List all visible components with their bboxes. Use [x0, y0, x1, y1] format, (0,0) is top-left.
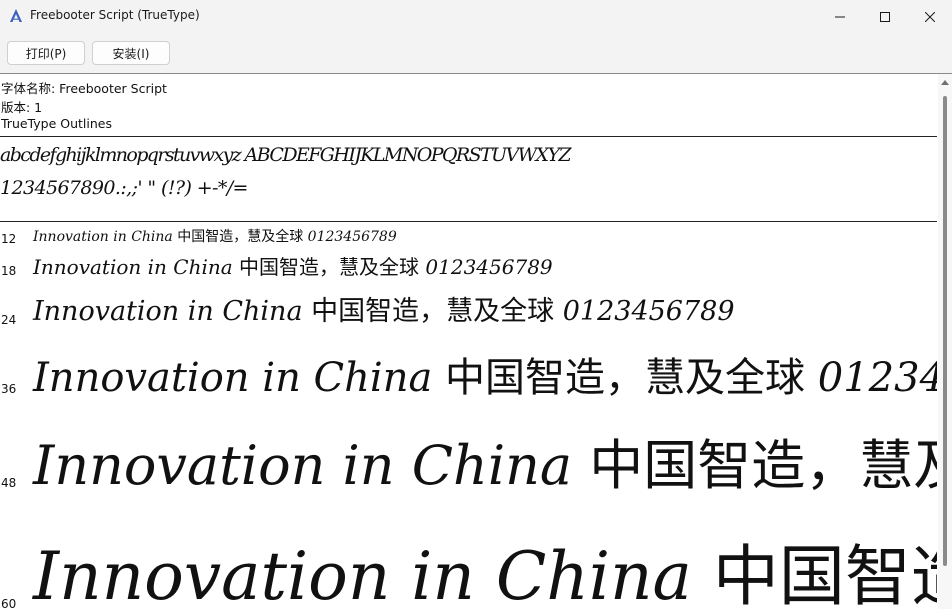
sample-cjk: 中国智造，慧及全球	[177, 229, 304, 245]
minimize-icon	[835, 7, 845, 26]
close-icon	[924, 7, 936, 26]
sample-size-label: 48	[1, 476, 17, 490]
toolbar: 打印(P) 安装(I)	[0, 33, 952, 73]
font-viewer-window: Freebooter Script (TrueType) 打印(P) 安装(I)…	[0, 0, 952, 609]
sample-latin: Innovation in China	[33, 229, 173, 245]
sample-row-60: 60 Innovation in China 中国智造，慧及全球 0123456…	[0, 524, 937, 609]
sample-cjk: 中国智造，慧及全球	[239, 255, 420, 279]
sample-digits: 0123456789	[562, 296, 735, 327]
sample-latin: Innovation in China	[33, 255, 233, 279]
close-button[interactable]	[907, 0, 952, 32]
sample-latin: Innovation in China	[33, 538, 692, 609]
sample-cjk: 中国智造，慧及全球	[445, 355, 806, 401]
sample-text: Innovation in China 中国智造，慧及全球 0123456789	[33, 544, 937, 609]
sample-digits: 0123456789	[817, 355, 937, 401]
font-viewer-icon	[8, 8, 24, 24]
sample-text: Innovation in China 中国智造，慧及全球 0123456789	[33, 230, 397, 244]
sample-size-label: 12	[1, 232, 17, 246]
title-bar[interactable]: Freebooter Script (TrueType)	[0, 0, 952, 33]
sample-size-label: 24	[1, 313, 17, 327]
window-title: Freebooter Script (TrueType)	[30, 8, 200, 22]
font-outline-line: TrueType Outlines	[1, 116, 112, 131]
sample-text: Innovation in China 中国智造，慧及全球 0123456789	[33, 439, 937, 493]
minimize-button[interactable]	[817, 0, 863, 32]
print-button[interactable]: 打印(P)	[7, 41, 85, 65]
sample-row-36: 36 Innovation in China 中国智造，慧及全球 0123456…	[0, 344, 937, 412]
sample-size-label: 36	[1, 382, 17, 396]
sample-row-18: 18 Innovation in China 中国智造，慧及全球 0123456…	[0, 252, 937, 286]
sample-cjk: 中国智造，慧及全球	[311, 296, 555, 327]
divider-bottom	[0, 221, 937, 222]
font-preview-pane[interactable]: 字体名称: Freebooter Script 版本: 1 TrueType O…	[0, 73, 952, 609]
sample-cjk: 中国智造，慧及全球	[589, 434, 937, 497]
font-version-line: 版本: 1	[1, 100, 43, 115]
maximize-button[interactable]	[862, 0, 908, 32]
sample-latin: Innovation in China	[33, 434, 573, 497]
sample-size-label: 60	[1, 597, 17, 609]
install-button[interactable]: 安装(I)	[92, 41, 170, 65]
maximize-icon	[880, 7, 890, 26]
sample-row-12: 12 Innovation in China 中国智造，慧及全球 0123456…	[0, 226, 937, 250]
charset-digits-symbols: 1234567890.:,;' " (!?) +-*/=	[0, 177, 248, 199]
scroll-up-arrow-icon[interactable]	[941, 80, 949, 85]
sample-row-24: 24 Innovation in China 中国智造，慧及全球 0123456…	[0, 290, 937, 336]
sample-latin: Innovation in China	[33, 296, 303, 327]
sample-digits: 0123456789	[425, 255, 553, 279]
sample-size-label: 18	[1, 264, 17, 278]
sample-text: Innovation in China 中国智造，慧及全球 0123456789	[33, 358, 937, 398]
sample-cjk: 中国智造，慧及全球	[712, 538, 937, 609]
sample-text: Innovation in China 中国智造，慧及全球 0123456789	[33, 257, 553, 277]
sample-digits: 0123456789	[307, 229, 397, 245]
divider-top	[0, 136, 937, 137]
vertical-scrollbar[interactable]	[938, 74, 952, 609]
sample-row-48: 48 Innovation in China 中国智造，慧及全球 0123456…	[0, 424, 937, 508]
scrollbar-thumb[interactable]	[943, 96, 947, 566]
charset-letters: abcdefghijklmnopqrstuvwxyz ABCDEFGHIJKLM…	[0, 144, 572, 166]
sample-text: Innovation in China 中国智造，慧及全球 0123456789	[33, 298, 735, 325]
sample-latin: Innovation in China	[33, 355, 433, 401]
font-name-line: 字体名称: Freebooter Script	[1, 81, 167, 96]
